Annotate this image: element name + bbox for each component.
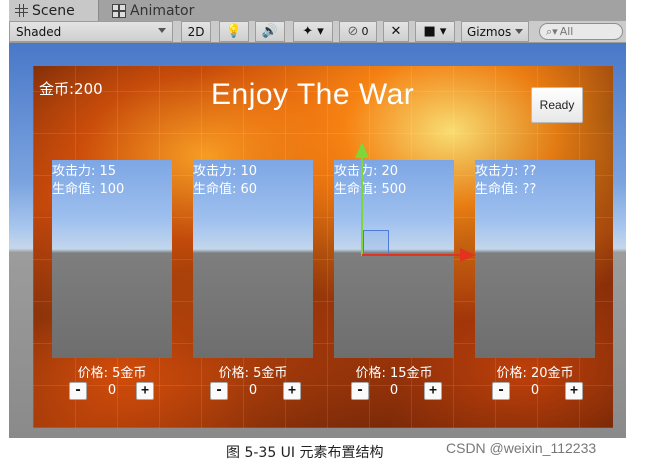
unit-price: 价格: 5金币 xyxy=(77,366,147,381)
tab-bar: Scene Animator xyxy=(9,0,626,22)
minus-button[interactable]: - xyxy=(69,382,87,400)
animator-icon xyxy=(112,3,126,18)
quantity-value: 0 xyxy=(389,383,399,398)
unit-price: 价格: 5金币 xyxy=(218,366,288,381)
unit-price: 价格: 15金币 xyxy=(355,366,433,381)
unit-card[interactable]: 攻击力: 20 生命值: 500 xyxy=(334,160,454,358)
grid-icon xyxy=(15,4,28,17)
shading-mode-dropdown[interactable]: Shaded xyxy=(9,21,173,42)
gizmos-dropdown[interactable]: Gizmos xyxy=(461,21,529,42)
chevron-down-icon xyxy=(515,29,523,34)
gizmo-y-axis[interactable] xyxy=(361,156,363,256)
quantity-value: 0 xyxy=(248,383,258,398)
game-title: Enjoy The War xyxy=(211,78,415,111)
toggle-2d-button[interactable]: 2D xyxy=(181,21,211,42)
tab-animator[interactable]: Animator xyxy=(106,0,216,21)
chevron-down-icon xyxy=(158,28,166,33)
unit-attack: 攻击力: 20 xyxy=(334,164,399,179)
minus-button[interactable]: - xyxy=(492,382,510,400)
unit-hp: 生命值: ?? xyxy=(475,182,537,197)
plus-button[interactable]: + xyxy=(565,382,583,400)
tab-scene-label: Scene xyxy=(32,2,75,19)
unit-price: 价格: 20金币 xyxy=(496,366,574,381)
scene-viewport[interactable]: 金币:200 Enjoy The War Ready 攻击力: 15 生命值: … xyxy=(9,43,626,438)
gizmo-x-axis[interactable] xyxy=(362,254,462,256)
hidden-objects-toggle[interactable]: ⊘ 0 xyxy=(339,21,377,42)
tab-scene[interactable]: Scene xyxy=(9,0,99,21)
plus-button[interactable]: + xyxy=(136,382,154,400)
gold-counter: 金币:200 xyxy=(39,80,103,98)
toggle-2d-label: 2D xyxy=(187,24,205,39)
quantity-stepper: - 0 + xyxy=(334,382,454,402)
gizmos-label: Gizmos xyxy=(467,24,512,39)
tab-animator-label: Animator xyxy=(130,2,195,19)
unit-hp: 生命值: 60 xyxy=(193,182,258,197)
lighting-toggle-button[interactable]: 💡 xyxy=(219,21,249,42)
figure-caption: 图 5-35 UI 元素布置结构 xyxy=(226,445,384,461)
watermark: CSDN @weixin_112233 xyxy=(446,440,597,456)
gizmo-plane-handle[interactable] xyxy=(363,230,389,256)
unit-attack: 攻击力: ?? xyxy=(475,164,537,179)
minus-button[interactable]: - xyxy=(351,382,369,400)
camera-icon: ■ ▾ xyxy=(423,24,447,39)
shading-mode-label: Shaded xyxy=(16,24,62,39)
plus-button[interactable]: + xyxy=(424,382,442,400)
effects-icon: ✦ ▾ xyxy=(302,24,324,39)
arrow-right-icon[interactable] xyxy=(460,248,476,262)
quantity-stepper: - 0 + xyxy=(475,382,595,402)
speaker-icon: 🔊 xyxy=(261,24,279,39)
ready-button[interactable]: Ready xyxy=(531,87,583,123)
arrow-up-icon[interactable] xyxy=(355,142,369,158)
unit-attack: 攻击力: 15 xyxy=(52,164,117,179)
unit-card[interactable]: 攻击力: 10 生命值: 60 xyxy=(193,160,313,358)
quantity-stepper: - 0 + xyxy=(52,382,172,402)
minus-button[interactable]: - xyxy=(210,382,228,400)
game-canvas: 金币:200 Enjoy The War Ready 攻击力: 15 生命值: … xyxy=(33,66,613,428)
eye-hidden-icon: ⊘ xyxy=(347,24,359,39)
scene-toolbar: Shaded 2D 💡 🔊 ✦ ▾ ⊘ 0 ✕ ■ ▾ Gizmos ⌕▾ Al… xyxy=(9,21,626,43)
quantity-value: 0 xyxy=(530,383,540,398)
camera-dropdown[interactable]: ■ ▾ xyxy=(415,21,455,42)
unit-hp: 生命值: 500 xyxy=(334,182,407,197)
search-input[interactable]: ⌕▾ All xyxy=(539,23,623,40)
unity-editor-window: Scene Animator Shaded 2D 💡 🔊 ✦ ▾ ⊘ 0 ✕ ■… xyxy=(9,0,626,438)
quantity-stepper: - 0 + xyxy=(193,382,313,402)
plus-button[interactable]: + xyxy=(283,382,301,400)
unit-card[interactable]: 攻击力: 15 生命值: 100 xyxy=(52,160,172,358)
tools-button[interactable]: ✕ xyxy=(383,21,409,42)
unit-attack: 攻击力: 10 xyxy=(193,164,258,179)
quantity-value: 0 xyxy=(107,383,117,398)
audio-toggle-button[interactable]: 🔊 xyxy=(255,21,285,42)
tools-icon: ✕ xyxy=(390,24,402,39)
search-placeholder: All xyxy=(559,25,574,38)
unit-card[interactable]: 攻击力: ?? 生命值: ?? xyxy=(475,160,595,358)
unit-hp: 生命值: 100 xyxy=(52,182,125,197)
lightbulb-icon: 💡 xyxy=(225,24,243,39)
search-icon: ⌕▾ xyxy=(546,24,558,38)
hidden-count: 0 xyxy=(361,25,369,38)
effects-dropdown[interactable]: ✦ ▾ xyxy=(293,21,333,42)
